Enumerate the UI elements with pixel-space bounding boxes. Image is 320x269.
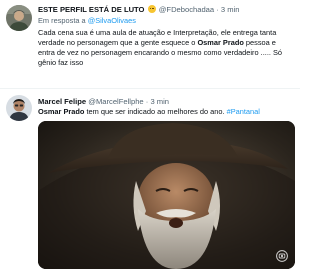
reply-context: Em resposta a @SilvaOlivaes <box>38 16 136 26</box>
tweet-media-image[interactable] <box>38 121 295 269</box>
tweet-header: ESTE PERFIL ESTÁ DE LUTO @FDebochadaa · … <box>38 4 296 15</box>
tweet-text-part: tem que ser indicado ao melhores do ano. <box>84 107 227 116</box>
tweet-header: Marcel Felipe @MarcelFellphe · 3 min <box>38 96 296 107</box>
author-name[interactable]: ESTE PERFIL ESTÁ DE LUTO <box>38 5 144 14</box>
crying-face-emoji-icon <box>147 5 156 13</box>
avatar[interactable] <box>6 5 32 31</box>
author-handle[interactable]: @MarcelFellphe <box>88 97 143 106</box>
hashtag-link[interactable]: #Pantanal <box>227 107 260 116</box>
reply-mention-link[interactable]: @SilvaOlivaes <box>88 16 136 25</box>
timestamp[interactable]: 3 min <box>150 97 169 106</box>
author-handle[interactable]: @FDebochadaa <box>159 5 214 14</box>
tweet[interactable]: ESTE PERFIL ESTÁ DE LUTO @FDebochadaa · … <box>0 0 300 88</box>
author-name[interactable]: Marcel Felipe <box>38 97 86 106</box>
separator-dot: · <box>145 97 149 106</box>
avatar[interactable] <box>6 95 32 121</box>
tweet-timeline: ESTE PERFIL ESTÁ DE LUTO @FDebochadaa · … <box>0 0 300 269</box>
tweet-text-bold: Osmar Prado <box>197 38 244 47</box>
tweet-text-bold: Osmar Prado <box>38 107 85 116</box>
reply-prefix: Em resposta a <box>38 16 86 25</box>
tv-globo-watermark-icon <box>276 250 288 262</box>
separator-dot: · <box>216 5 219 14</box>
tweet-text: Osmar Prado tem que ser indicado ao melh… <box>38 107 294 117</box>
timestamp[interactable]: 3 min <box>221 5 240 14</box>
tweet[interactable]: Marcel Felipe @MarcelFellphe · 3 min Osm… <box>0 88 300 269</box>
tweet-text: Cada cena sua é uma aula de atuação e In… <box>38 28 294 68</box>
